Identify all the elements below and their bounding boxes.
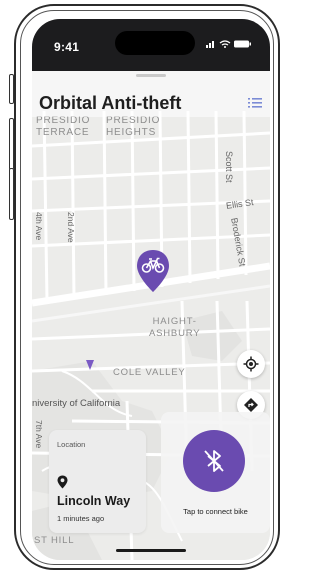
status-icons (206, 39, 252, 52)
home-indicator[interactable] (116, 549, 186, 552)
mute-switch (9, 74, 14, 104)
connect-bike-button[interactable] (183, 430, 245, 492)
list-icon[interactable] (248, 97, 262, 109)
map-label-presidio-heights: PRESIDIO HEIGHTS (106, 115, 161, 138)
dynamic-island (115, 31, 195, 55)
phone-screen: PRESIDIO TERRACE PRESIDIO HEIGHTS Scott … (32, 19, 270, 560)
volume-up-button (9, 118, 14, 170)
signal-wifi-battery-icon (206, 40, 251, 48)
crosshair-icon (243, 356, 259, 372)
map-label-haight-ashbury: HAIGHT- ASHBURY (149, 316, 201, 339)
location-card[interactable]: Location Lincoln Way 1 minutes ago (49, 430, 146, 533)
status-bar: 9:41 (32, 19, 270, 71)
map-pin-icon (57, 475, 68, 489)
connect-bike-card: Tap to connect bike (161, 412, 270, 533)
location-caption: Location (57, 440, 86, 449)
location-name: Lincoln Way (57, 494, 131, 508)
map-label-2nd-ave: 2nd Ave (66, 212, 76, 243)
map-label-university: niversity of California (32, 398, 121, 409)
status-time: 9:41 (54, 40, 80, 54)
recenter-location-button[interactable] (237, 350, 265, 378)
map-label-st-hill: ST HILL (34, 535, 75, 546)
map-label-presidio-terrace: PRESIDIO TERRACE (36, 115, 91, 138)
history-marker-icon (86, 360, 94, 370)
directions-icon (244, 398, 258, 412)
map-label-scott-st: Scott St (224, 151, 234, 183)
volume-down-button (9, 168, 14, 220)
map-label-cole-valley: COLE VALLEY (113, 367, 186, 378)
bluetooth-disabled-icon (204, 450, 224, 472)
location-time-ago: 1 minutes ago (57, 514, 105, 523)
map-label-7th-ave: 7th Ave (34, 420, 44, 449)
drag-handle[interactable] (136, 74, 166, 77)
connect-bike-label: Tap to connect bike (183, 507, 248, 516)
map-label-4th-ave: 4th Ave (34, 212, 44, 241)
bike-location-pin[interactable] (135, 248, 171, 294)
app-header: Orbital Anti-theft (32, 71, 270, 117)
app-title: Orbital Anti-theft (39, 93, 182, 113)
